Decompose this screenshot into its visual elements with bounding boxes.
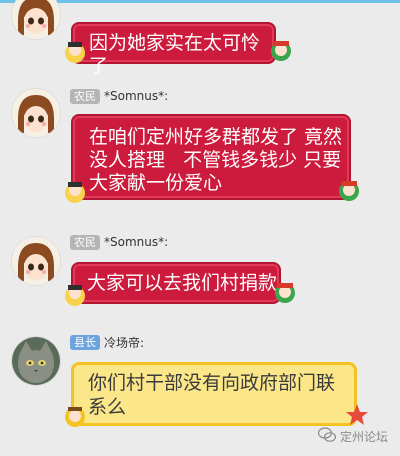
message-bubble[interactable]: 大家可以去我们村捐款 [71,262,281,304]
bubble-decoration-icon [62,404,88,430]
message-text-line: 大家献一份爱心 [89,172,223,194]
sender-info: 农民 *Somnus*: [70,88,168,104]
message-text-line: 没人搭理 不管钱多钱少 只要 [89,149,342,171]
sender-info: 农民 *Somnus*: [70,234,168,250]
watermark: 定州论坛 [317,427,388,446]
rank-badge: 农民 [70,234,100,250]
message-text: 大家可以去我们村捐款 [87,272,278,294]
girl-avatar[interactable] [11,88,61,138]
bubble-decoration-icon [336,178,362,204]
message-text-line: 你们村干部没有向政府部门联 [88,372,336,394]
sender-name[interactable]: *Somnus*: [104,89,168,103]
message-text-line: 在咱们定州好多群都发了 竟然 [89,126,343,148]
bubble-decoration-icon [62,283,88,309]
sender-name[interactable]: 冷场帝: [104,334,144,351]
message-bubble[interactable]: 你们村干部没有向政府部门联 系么 [71,362,357,426]
bubble-decoration-icon [62,180,88,206]
bubble-decoration-icon [268,38,294,64]
sender-info: 县长 冷场帝: [70,334,144,350]
watermark-text: 定州论坛 [339,430,388,444]
cat-avatar[interactable] [11,336,61,386]
bubble-decoration-icon [344,402,370,428]
bubble-decoration-icon [62,40,88,66]
wechat-icon [317,427,337,446]
girl-avatar[interactable] [11,0,61,40]
message-text-line: 系么 [88,396,127,418]
top-accent-bar [0,0,400,3]
sender-name[interactable]: *Somnus*: [104,235,168,249]
message-bubble[interactable]: 因为她家实在太可怜了 [71,22,276,77]
rank-badge: 县长 [70,334,100,350]
girl-avatar[interactable] [11,236,61,286]
rank-badge: 农民 [70,88,100,104]
message-text: 因为她家实在太可怜了 [89,32,261,77]
bubble-decoration-icon [272,280,298,306]
message-bubble[interactable]: 在咱们定州好多群都发了 竟然 没人搭理 不管钱多钱少 只要 大家献一份爱心 [71,114,351,200]
